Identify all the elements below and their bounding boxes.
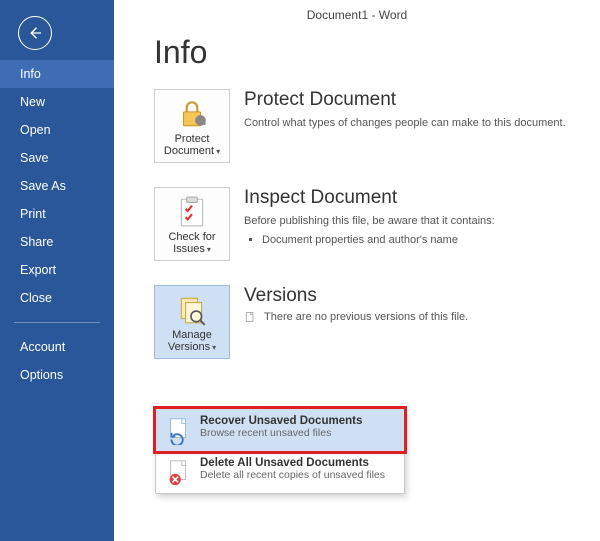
manage-versions-button[interactable]: Manage Versions▾ [154, 285, 230, 359]
section-inspect: Check for Issues▾ Inspect Document Befor… [154, 187, 600, 261]
sidebar-item-info[interactable]: Info [0, 60, 114, 88]
versions-heading: Versions [244, 285, 600, 307]
document-icon [244, 311, 256, 323]
arrow-left-icon [26, 24, 44, 42]
protect-description: Control what types of changes people can… [244, 115, 600, 132]
sidebar-separator [14, 322, 100, 323]
versions-item: There are no previous versions of this f… [264, 311, 468, 323]
sidebar-item-save-as[interactable]: Save As [0, 172, 114, 200]
protect-heading: Protect Document [244, 89, 600, 111]
check-issues-button[interactable]: Check for Issues▾ [154, 187, 230, 261]
protect-button-label: Protect Document▾ [159, 133, 225, 157]
sidebar-item-new[interactable]: New [0, 88, 114, 116]
inspect-description: Before publishing this file, be aware th… [244, 213, 600, 230]
delete-subtitle: Delete all recent copies of unsaved file… [200, 469, 385, 483]
menu-item-recover-unsaved[interactable]: Recover Unsaved Documents Browse recent … [156, 409, 404, 451]
section-versions: Manage Versions▾ Versions There are no p… [154, 285, 600, 359]
backstage-sidebar: Info New Open Save Save As Print Share E… [0, 0, 114, 541]
menu-item-delete-unsaved[interactable]: Delete All Unsaved Documents Delete all … [156, 451, 404, 493]
chevron-down-icon: ▾ [216, 147, 220, 156]
recover-title: Recover Unsaved Documents [200, 415, 362, 427]
chevron-down-icon: ▾ [207, 245, 211, 254]
sidebar-item-print[interactable]: Print [0, 200, 114, 228]
document-versions-icon [175, 293, 209, 325]
inspect-heading: Inspect Document [244, 187, 600, 209]
sidebar-item-save[interactable]: Save [0, 144, 114, 172]
sidebar-nav: Info New Open Save Save As Print Share E… [0, 60, 114, 389]
inspect-bullet: Document properties and author's name [262, 234, 600, 246]
document-recover-icon [164, 415, 194, 445]
manage-versions-menu: Recover Unsaved Documents Browse recent … [155, 408, 405, 494]
back-button[interactable] [18, 16, 52, 50]
sidebar-item-close[interactable]: Close [0, 284, 114, 312]
document-delete-icon [164, 457, 194, 487]
lock-icon [175, 97, 209, 129]
chevron-down-icon: ▾ [212, 343, 216, 352]
sidebar-item-account[interactable]: Account [0, 333, 114, 361]
sidebar-item-open[interactable]: Open [0, 116, 114, 144]
sidebar-item-options[interactable]: Options [0, 361, 114, 389]
recover-subtitle: Browse recent unsaved files [200, 427, 362, 441]
check-issues-label: Check for Issues▾ [159, 231, 225, 255]
delete-title: Delete All Unsaved Documents [200, 457, 385, 469]
sidebar-item-share[interactable]: Share [0, 228, 114, 256]
checklist-icon [175, 195, 209, 227]
sidebar-item-export[interactable]: Export [0, 256, 114, 284]
manage-versions-label: Manage Versions▾ [159, 329, 225, 353]
page-title: Info [154, 34, 600, 71]
section-protect: Protect Document▾ Protect Document Contr… [154, 89, 600, 163]
protect-document-button[interactable]: Protect Document▾ [154, 89, 230, 163]
